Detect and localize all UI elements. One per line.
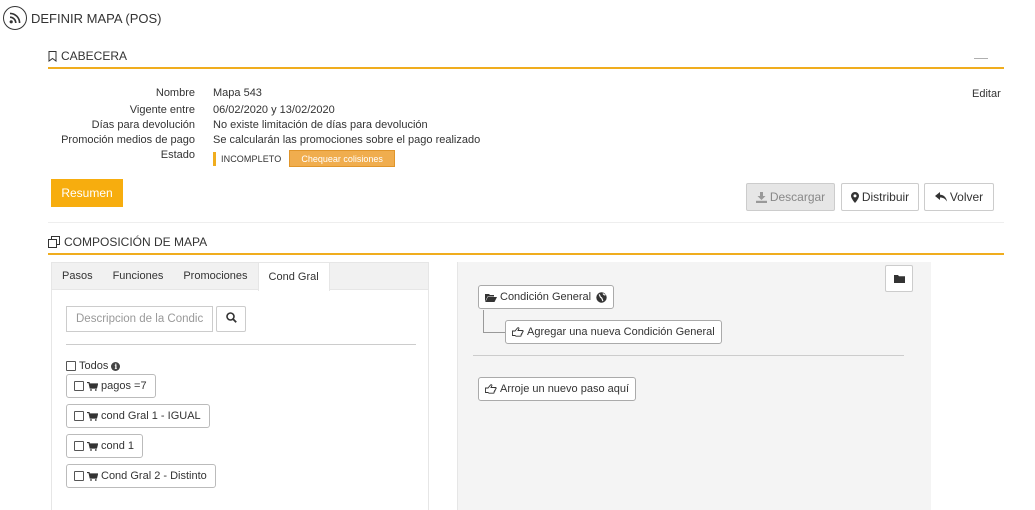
page-title: DEFINIR MAPA (POS) [31, 10, 162, 26]
info-icon: i [111, 361, 121, 371]
condition-checkbox[interactable] [74, 471, 84, 481]
resumen-button[interactable]: Resumen [51, 179, 123, 207]
drop-step-zone[interactable]: Arroje un nuevo paso aquí [478, 377, 637, 401]
tabs-bar: Pasos Funciones Promociones Cond Gral [52, 263, 428, 291]
tree-root-chip[interactable]: Condición General [478, 285, 615, 309]
add-condition-label: Agregar una nueva Condición General [527, 326, 715, 338]
tree-divider [473, 355, 904, 356]
tab-cond-gral[interactable]: Cond Gral [257, 263, 330, 291]
condition-label: pagos =7 [101, 380, 147, 392]
edit-link[interactable]: Editar [972, 88, 1001, 100]
reply-icon [934, 192, 947, 202]
check-collisions-button[interactable]: Chequear colisiones [289, 150, 395, 167]
condition-checkbox[interactable] [74, 411, 84, 421]
todos-label: Todos [79, 360, 109, 372]
condition-label: Cond Gral 2 - Distinto [101, 470, 207, 482]
descargar-label: Descargar [769, 190, 826, 204]
condition-label: cond Gral 1 - IGUAL [101, 410, 201, 422]
estado-bar: INCOMPLETO Chequear colisiones [213, 150, 395, 167]
cabecera-title: CABECERA [61, 49, 128, 63]
collapse-icon[interactable]: — [974, 49, 988, 65]
distribuir-label: Distribuir [861, 190, 910, 204]
field-value-vigente: 06/02/2020 y 13/02/2020 [213, 104, 335, 116]
list-item[interactable]: cond 1 [66, 434, 144, 458]
cart-icon [87, 411, 98, 421]
field-label-promocion: Promoción medios de pago [61, 134, 195, 146]
list-item[interactable]: Cond Gral 2 - Distinto [66, 464, 216, 488]
tab-promociones[interactable]: Promociones [173, 263, 257, 289]
volver-button[interactable]: Volver [924, 183, 994, 211]
search-button[interactable] [216, 306, 246, 332]
field-label-nombre: Nombre [155, 87, 195, 99]
search-divider [66, 344, 416, 345]
condition-label: cond 1 [101, 440, 135, 452]
folder-button[interactable] [885, 265, 913, 292]
status-badge: INCOMPLETO [221, 153, 282, 164]
folder-open-icon [485, 293, 497, 302]
volver-label: Volver [949, 190, 984, 204]
search-input[interactable]: Descripcion de la Condic [66, 306, 213, 332]
field-label-estado: Estado [160, 149, 195, 161]
cart-icon [87, 381, 98, 391]
folder-icon [893, 272, 905, 286]
condition-checkbox[interactable] [74, 441, 84, 451]
tree-connector [483, 310, 484, 332]
field-value-promocion: Se calcularán las promociones sobre el p… [213, 134, 481, 146]
globe-icon[interactable] [596, 291, 607, 303]
tab-pasos[interactable]: Pasos [52, 263, 103, 289]
state-marker [213, 151, 216, 166]
rss-icon [3, 6, 27, 30]
hand-pointer-icon [485, 384, 497, 394]
descargar-button[interactable]: Descargar [746, 183, 835, 211]
distribuir-button[interactable]: Distribuir [841, 183, 919, 211]
divider [48, 222, 1004, 223]
download-icon [755, 191, 767, 203]
todos-checkbox[interactable] [66, 361, 76, 371]
cabecera-header: CABECERA — [48, 45, 1004, 69]
conditions-panel: Pasos Funciones Promociones Cond Gral De… [51, 262, 429, 510]
field-value-devolucion: No existe limitación de días para devolu… [213, 119, 428, 131]
cart-icon [87, 471, 98, 481]
map-tree-panel: Condición General Agregar una nueva Cond… [457, 262, 931, 510]
bookmark-icon [48, 50, 57, 62]
page-header: DEFINIR MAPA (POS) [3, 6, 162, 30]
composicion-header: COMPOSICIÓN DE MAPA [48, 231, 1004, 255]
add-condition-button[interactable]: Agregar una nueva Condición General [505, 320, 722, 344]
list-item[interactable]: pagos =7 [66, 374, 156, 398]
search-icon [225, 312, 237, 326]
tab-funciones[interactable]: Funciones [103, 263, 174, 289]
drop-step-label: Arroje un nuevo paso aquí [500, 383, 630, 395]
cart-icon [87, 441, 98, 451]
clone-icon [48, 236, 60, 248]
tree-root-label: Condición General [500, 291, 592, 303]
map-marker-icon [850, 191, 859, 203]
condition-checkbox[interactable] [74, 381, 84, 391]
composicion-title: COMPOSICIÓN DE MAPA [64, 235, 208, 249]
list-item[interactable]: cond Gral 1 - IGUAL [66, 404, 210, 428]
tree-connector [483, 332, 505, 333]
field-label-vigente: Vigente entre [129, 104, 195, 116]
todos-row[interactable]: Todos i [66, 360, 121, 372]
field-label-devolucion: Días para devolución [91, 119, 195, 131]
hand-pointer-icon [512, 327, 524, 337]
field-value-nombre: Mapa 543 [213, 87, 262, 99]
